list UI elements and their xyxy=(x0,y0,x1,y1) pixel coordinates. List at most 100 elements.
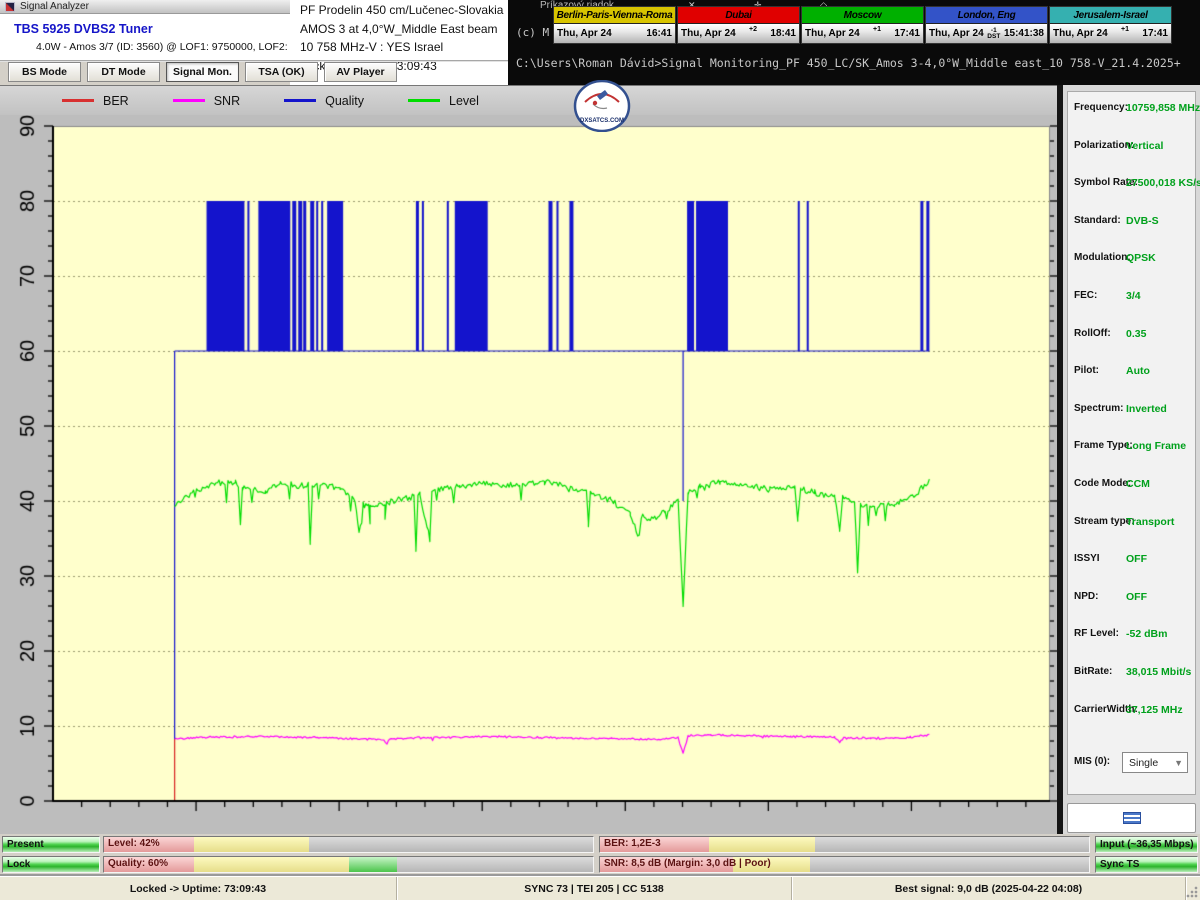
param-value: OFF xyxy=(1126,591,1147,603)
dxsatcs-logo: DXSATCS.COM xyxy=(573,80,631,132)
clock-moscow[interactable]: MoscowThu, Apr 24+117:41 xyxy=(801,6,924,44)
tab-tsa-ok[interactable]: TSA (OK) xyxy=(245,62,318,82)
app-icon xyxy=(5,2,15,12)
quality-bar-label: Quality: 60% xyxy=(108,858,168,869)
tuner-panel: TBS 5925 DVBS2 Tuner 4.0W - Amos 3/7 (ID… xyxy=(0,14,290,60)
clock-date: Thu, Apr 24 xyxy=(929,28,984,39)
param-row-frequency: Frequency:10759,858 MHz xyxy=(1068,102,1195,116)
param-label: Polarization: xyxy=(1074,140,1134,151)
clock-time: 17:41 xyxy=(1142,28,1168,39)
param-row-pilot: Pilot:Auto xyxy=(1068,365,1195,379)
sync-ts-indicator: Sync TS xyxy=(1095,856,1198,873)
param-row-issyi: ISSYI OFF xyxy=(1068,553,1195,567)
transponder-parameters-panel: MIS (0): Single ▼ Frequency:10759,858 MH… xyxy=(1067,91,1196,795)
clock-date: Thu, Apr 24 xyxy=(681,28,736,39)
tab-bs-mode[interactable]: BS Mode xyxy=(8,62,81,82)
signal-bar-row-2: Lock Quality: 60% SNR: 8,5 dB (Margin: 3… xyxy=(0,856,1200,873)
world-clocks: Berlin-Paris-Vienna-RomaThu, Apr 2416:41… xyxy=(553,6,1172,44)
ber-bar: BER: 1,2E-3 xyxy=(599,836,1090,853)
param-row-carrierwidth: CarrierWidth:37,125 MHz xyxy=(1068,704,1195,718)
param-row-frame-type: Frame Type:Long Frame xyxy=(1068,440,1195,454)
param-value: Transport xyxy=(1126,516,1174,528)
mode-tabs: BS Mode DT Mode Signal Mon. TSA (OK) AV Play… xyxy=(0,62,508,85)
legend-label: Quality xyxy=(325,94,364,108)
param-value: CCM xyxy=(1126,478,1150,490)
legend-swatch xyxy=(173,99,205,102)
signal-monitoring-chart xyxy=(0,115,1057,834)
legend-label: Level xyxy=(449,94,479,108)
clock-time-row: Thu, Apr 24+117:41 xyxy=(1050,24,1171,43)
chart-legend: BER SNR Quality Level xyxy=(0,85,1057,115)
mis-value: Single xyxy=(1129,757,1158,769)
legend-item-snr: SNR xyxy=(173,94,240,108)
param-row-modulation: Modulation:QPSK xyxy=(1068,252,1195,266)
param-row-stream-type: Stream type:Transport xyxy=(1068,516,1195,530)
legend-label: SNR xyxy=(214,94,240,108)
clock-jerusalem-israel[interactable]: Jerusalem-IsraelThu, Apr 24+117:41 xyxy=(1049,6,1172,44)
status-best-signal: Best signal: 9,0 dB (2025-04-22 04:08) xyxy=(792,877,1186,900)
input-label: Input (~36,35 Mbps) xyxy=(1100,839,1194,850)
param-label: RollOff: xyxy=(1074,328,1111,339)
clock-london-eng[interactable]: London, EngThu, Apr 24-1DST15:41:38 xyxy=(925,6,1048,44)
info-line-satellite: AMOS 3 at 4,0°W_Middle East beam xyxy=(300,20,510,39)
console-copyright-fragment: (c) M xyxy=(516,26,549,39)
legend-item-quality: Quality xyxy=(284,94,364,108)
clock-city-label: Dubai xyxy=(678,7,799,24)
command-prompt-window: Príkazový riadok ✕ ✛ ◇ (c) M Berlin-Pari… xyxy=(508,0,1200,85)
clock-dubai[interactable]: DubaiThu, Apr 24+218:41 xyxy=(677,6,800,44)
app-titlebar[interactable]: Signal Analyzer xyxy=(0,0,290,14)
clock-city-label: Berlin-Paris-Vienna-Roma xyxy=(554,7,675,24)
param-row-spectrum: Spectrum:Inverted xyxy=(1068,403,1195,417)
param-row-standard: Standard:DVB-S xyxy=(1068,215,1195,229)
transponder-sidebar: MIS (0): Single ▼ Frequency:10759,858 MH… xyxy=(1063,85,1200,834)
mis-select[interactable]: Single ▼ xyxy=(1122,752,1188,773)
input-indicator: Input (~36,35 Mbps) xyxy=(1095,836,1198,853)
legend-label: BER xyxy=(103,94,129,108)
param-value: OFF xyxy=(1126,553,1147,565)
status-sync-counters: SYNC 73 | TEI 205 | CC 5138 xyxy=(397,877,792,900)
resize-grip[interactable] xyxy=(1186,886,1198,898)
clock-time: 18:41 xyxy=(770,28,796,39)
param-value: Auto xyxy=(1126,365,1150,377)
clock-city-label: Moscow xyxy=(802,7,923,24)
clock-time: 17:41 xyxy=(894,28,920,39)
signal-analyzer-window: Signal Analyzer TBS 5925 DVBS2 Tuner 4.0… xyxy=(0,0,1200,900)
param-value: Long Frame xyxy=(1126,440,1186,452)
logo-text: DXSATCS.COM xyxy=(580,118,624,124)
param-label: NPD: xyxy=(1074,591,1098,602)
present-indicator: Present xyxy=(2,836,100,853)
param-row-npd: NPD: OFF xyxy=(1068,591,1195,605)
snr-bar-label: SNR: 8,5 dB (Margin: 3,0 dB | Poor) xyxy=(604,858,771,869)
legend-item-ber: BER xyxy=(62,94,129,108)
level-bar: Level: 42% xyxy=(103,836,594,853)
clock-time-row: Thu, Apr 24+117:41 xyxy=(802,24,923,43)
quality-bar: Quality: 60% xyxy=(103,856,594,873)
tab-av-player[interactable]: AV Player xyxy=(324,62,397,82)
save-button[interactable] xyxy=(1067,803,1196,833)
lock-label: Lock xyxy=(7,859,30,870)
signal-bar-row-1: Present Level: 42% BER: 1,2E-3 Input (~3… xyxy=(0,836,1200,853)
param-row-rf-level: RF Level:-52 dBm xyxy=(1068,628,1195,642)
app-title: Signal Analyzer xyxy=(20,1,89,12)
clock-date: Thu, Apr 24 xyxy=(557,28,612,39)
level-bar-label: Level: 42% xyxy=(108,838,160,849)
sync-ts-label: Sync TS xyxy=(1100,859,1139,870)
param-label: Modulation: xyxy=(1074,252,1131,263)
param-row-rolloff: RollOff:0.35 xyxy=(1068,328,1195,342)
param-value: 3/4 xyxy=(1126,290,1141,302)
param-value: Inverted xyxy=(1126,403,1167,415)
tab-signal-mon[interactable]: Signal Mon. xyxy=(166,62,239,82)
param-value: 38,015 Mbit/s xyxy=(1126,666,1191,678)
tab-dt-mode[interactable]: DT Mode xyxy=(87,62,160,82)
clock-berlin-paris-vienna-roma[interactable]: Berlin-Paris-Vienna-RomaThu, Apr 2416:41 xyxy=(553,6,676,44)
param-label: Standard: xyxy=(1074,215,1121,226)
param-label: Spectrum: xyxy=(1074,403,1123,414)
param-value: QPSK xyxy=(1126,252,1156,264)
clock-time-row: Thu, Apr 2416:41 xyxy=(554,24,675,43)
param-row-code-mode: Code Mode:CCM xyxy=(1068,478,1195,492)
param-label: ISSYI xyxy=(1074,553,1100,564)
param-row-bitrate: BitRate:38,015 Mbit/s xyxy=(1068,666,1195,680)
clock-time-row: Thu, Apr 24+218:41 xyxy=(678,24,799,43)
console-prompt-line[interactable]: C:\Users\Roman Dávid>Signal Monitoring_P… xyxy=(516,56,1181,70)
param-value: Vertical xyxy=(1126,140,1163,152)
